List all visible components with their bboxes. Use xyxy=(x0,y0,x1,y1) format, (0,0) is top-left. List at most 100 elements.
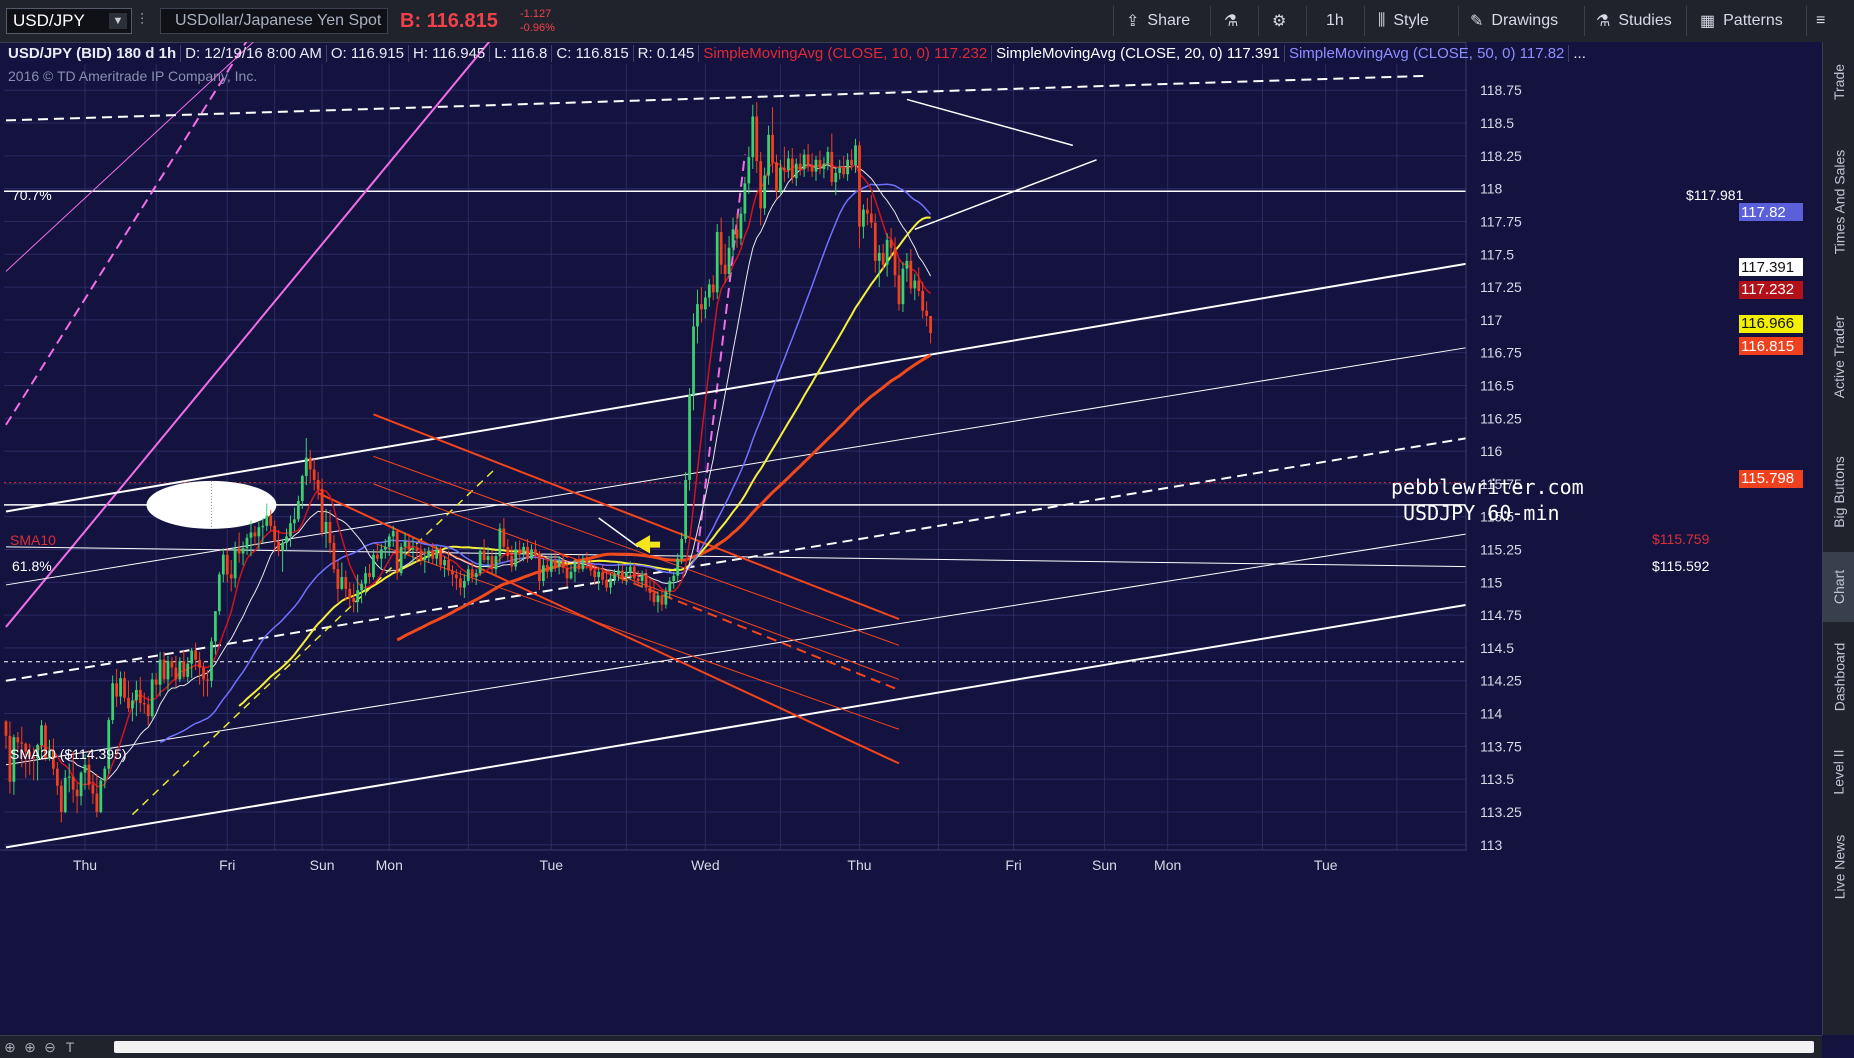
candle-body xyxy=(798,163,802,169)
candle-body xyxy=(865,209,869,214)
candle-body xyxy=(399,546,403,574)
info-high: H: 116.945 xyxy=(409,44,491,62)
horizontal-scrollbar[interactable] xyxy=(114,1041,1814,1053)
level-117981-label: $117.981 xyxy=(1686,187,1744,203)
candle-body xyxy=(786,158,790,171)
text-tool-icon[interactable]: T xyxy=(60,1037,80,1057)
candle-body xyxy=(688,394,691,480)
divider xyxy=(1806,6,1807,36)
gear-icon[interactable]: ⚙ xyxy=(1272,0,1286,42)
candle-body xyxy=(296,500,300,520)
candle-body xyxy=(55,768,59,786)
crosshair-icon[interactable]: ⊕ xyxy=(0,1037,20,1057)
sma10-legend[interactable]: SimpleMovingAvg (CLOSE, 10, 0) 117.232 xyxy=(699,44,993,62)
candle-body xyxy=(826,151,830,164)
sma10-value: 117.232 xyxy=(934,44,988,62)
candle-body xyxy=(640,574,644,582)
drawings-button[interactable]: ✎ Drawings xyxy=(1470,0,1558,42)
candle-body xyxy=(368,573,371,578)
time-tick-label: Thu xyxy=(73,857,97,873)
patterns-button[interactable]: ▦ Patterns xyxy=(1700,0,1783,42)
menu-icon[interactable]: ≡ xyxy=(1816,0,1825,42)
sma10-label: SMA10 xyxy=(10,532,56,548)
candle-body xyxy=(850,159,853,166)
candle-body xyxy=(648,587,652,593)
candle-body xyxy=(178,661,182,680)
price-tick-label: 116.25 xyxy=(1480,410,1522,426)
candle-body xyxy=(150,679,154,717)
change-pct: -0.96% xyxy=(520,22,555,34)
upper-trend-line xyxy=(5,262,1469,513)
top-toolbar: USD/JPY ▼ ⫶ USDollar/Japanese Yen Spot B… xyxy=(0,0,1854,43)
candle-body xyxy=(538,553,541,582)
candle-body xyxy=(225,554,229,575)
style-button[interactable]: ⫼ Style xyxy=(1378,0,1429,42)
candle-body xyxy=(63,777,67,812)
link-icon[interactable]: ⫶ xyxy=(140,0,144,42)
candle-body xyxy=(308,457,312,470)
candle-body xyxy=(707,284,711,298)
candle-body xyxy=(257,527,261,537)
candle-body xyxy=(265,515,269,526)
watermark-site: pebblewriter.com xyxy=(1391,475,1584,499)
price-tick-label: 118.5 xyxy=(1480,115,1514,131)
candle-body xyxy=(862,209,865,227)
candle-body xyxy=(83,764,87,773)
candle-body xyxy=(304,457,308,477)
divider xyxy=(1210,6,1211,36)
flask-icon[interactable]: ⚗ xyxy=(1224,0,1238,42)
candle-body xyxy=(893,247,897,276)
candle-body xyxy=(415,548,419,551)
candle-body xyxy=(905,260,909,269)
tab-times-and-sales[interactable]: Times And Sales xyxy=(1823,122,1854,282)
tab-level-ii[interactable]: Level II xyxy=(1823,732,1854,812)
tab-big-buttons[interactable]: Big Buttons xyxy=(1823,432,1854,552)
tab-dashboard[interactable]: Dashboard xyxy=(1823,622,1854,732)
sma20-label: SMA20 ($114.395) xyxy=(10,746,127,762)
sma50-value: 117.82 xyxy=(1519,44,1565,62)
candle-body xyxy=(557,560,561,567)
time-tick-label: Tue xyxy=(1314,857,1338,873)
sma10-name: SimpleMovingAvg (CLOSE, 10, 0) xyxy=(703,44,930,62)
candle-body xyxy=(806,154,810,166)
candle-body xyxy=(466,569,470,582)
candle-body xyxy=(573,562,577,572)
studies-button[interactable]: ⚗ Studies xyxy=(1596,0,1672,42)
price-chart[interactable]: 113 113.25 113.5 113.75 114 114.25 114.5 114.75… xyxy=(0,42,1822,1035)
tab-active-trader[interactable]: Active Trader xyxy=(1823,282,1854,432)
tab-chart[interactable]: Chart xyxy=(1823,552,1854,622)
share-button[interactable]: ⇪ Share xyxy=(1126,0,1190,42)
level-115759-label: $115.759 xyxy=(1652,531,1710,547)
drawing-overlay xyxy=(4,42,1469,849)
tab-trade[interactable]: Trade xyxy=(1823,42,1854,122)
candle-body xyxy=(285,536,288,543)
candle-body xyxy=(111,683,115,721)
candle-body xyxy=(549,560,553,572)
candle-body xyxy=(237,548,241,554)
sma50-legend[interactable]: SimpleMovingAvg (CLOSE, 50, 0) 117.82 xyxy=(1285,44,1570,62)
symbol-selector[interactable]: USD/JPY ▼ xyxy=(6,8,132,34)
candle-body xyxy=(486,556,490,561)
candle-body xyxy=(498,528,502,557)
tab-label: Big Buttons xyxy=(1831,456,1848,528)
sma50-name: SimpleMovingAvg (CLOSE, 50, 0) xyxy=(1288,44,1516,62)
candle-body xyxy=(482,550,486,561)
info-low: L: 116.8 xyxy=(490,44,553,62)
chevron-down-icon[interactable]: ▼ xyxy=(109,13,127,29)
zoom-out-icon[interactable]: ⊖ xyxy=(40,1037,60,1057)
candle-body xyxy=(387,536,391,547)
candle-body xyxy=(202,667,205,680)
interval-button[interactable]: 1h xyxy=(1326,0,1344,42)
tab-live-news[interactable]: Live News xyxy=(1823,812,1854,922)
candle-body xyxy=(20,742,24,744)
candle-body xyxy=(589,563,593,571)
more-studies[interactable]: ... xyxy=(1569,45,1590,62)
price-tick-label: 116.75 xyxy=(1480,345,1522,361)
candle-body xyxy=(585,560,589,564)
candle-body xyxy=(277,541,281,551)
sma20-legend[interactable]: SimpleMovingAvg (CLOSE, 20, 0) 117.391 xyxy=(992,44,1285,62)
candle-body xyxy=(352,598,356,602)
candle-body xyxy=(818,159,822,169)
studies-label: Studies xyxy=(1618,12,1672,29)
zoom-in-icon[interactable]: ⊕ xyxy=(20,1037,40,1057)
